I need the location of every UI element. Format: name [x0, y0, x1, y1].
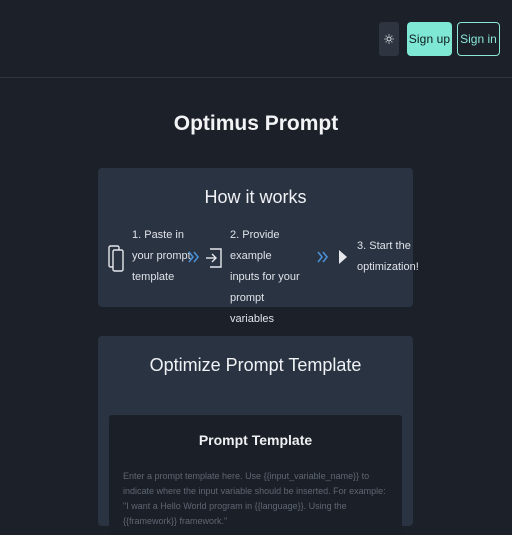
- sign-up-button[interactable]: Sign up: [407, 22, 452, 56]
- prompt-template-title: Prompt Template: [198, 432, 313, 448]
- sign-in-button[interactable]: Sign in: [457, 22, 500, 56]
- double-chevron-right-icon: [188, 251, 200, 263]
- step-3-text: 3. Start the optimization!: [357, 240, 419, 273]
- prompt-template-input[interactable]: [123, 469, 389, 529]
- optimize-prompt-title: Optimize Prompt Template: [149, 355, 362, 375]
- how-it-works-title: How it works: [204, 187, 307, 207]
- step-1-text: 1. Paste in your prompt template: [132, 229, 191, 283]
- double-chevron-right-icon: [317, 251, 329, 263]
- top-navbar: Sign up Sign in: [0, 0, 512, 78]
- input-arrow-icon: [206, 248, 222, 268]
- step-2-text: 2. Provide example inputs for your promp…: [230, 229, 300, 325]
- how-it-works-card: How it works 1. Paste in your prompt tem…: [98, 168, 419, 325]
- play-icon: [339, 250, 347, 264]
- theme-toggle-button[interactable]: [379, 22, 399, 56]
- sun-icon: [384, 34, 394, 44]
- document-copy-icon: [108, 245, 124, 272]
- optimize-prompt-card: Optimize Prompt Template Prompt Template: [98, 336, 413, 535]
- prompt-template-panel: Prompt Template: [109, 415, 402, 535]
- page-title: Optimus Prompt: [173, 112, 339, 135]
